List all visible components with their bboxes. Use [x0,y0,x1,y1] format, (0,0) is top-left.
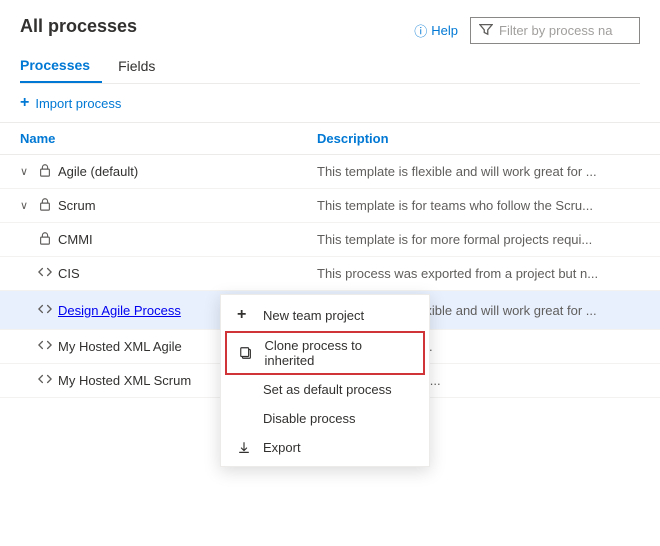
filter-input[interactable]: Filter by process na [470,17,640,44]
tab-bar: Processes Fields [20,49,640,84]
table-row: CMMI This template is for more formal pro… [0,223,660,257]
name-cell: CIS [0,257,297,290]
table-row: ∨ Agile (default) This template is flexibl… [0,155,660,189]
menu-item-label: Export [263,440,301,455]
row-name-text[interactable]: Design Agile Process [58,303,181,318]
row-name-text: My Hosted XML Scrum [58,373,191,388]
menu-item-label: Clone process to inherited [264,338,411,368]
table-row: CIS This process was exported from a proj… [0,257,660,291]
col-description: Description [297,123,660,155]
plus-icon: + [20,94,29,112]
row-name-text: My Hosted XML Agile [58,339,182,354]
description-cell: This template is flexible and will work … [297,155,660,189]
tab-processes[interactable]: Processes [20,49,102,83]
tab-fields[interactable]: Fields [118,50,167,82]
menu-item-disable-process[interactable]: Disable process [221,404,429,433]
menu-item-set-default[interactable]: Set as default process [221,375,429,404]
menu-item-clone-process[interactable]: Clone process to inherited [225,331,425,375]
page-title: All processes [20,16,137,37]
description-cell: This template is for more formal project… [297,223,660,257]
help-icon: ⓘ [414,21,427,40]
row-name-text: CMMI [58,232,93,247]
code-icon [38,302,52,319]
context-menu: + New team project Clone process to inheri… [220,294,430,467]
clone-icon [239,346,256,360]
export-icon [237,441,255,455]
row-name-text: CIS [58,266,80,281]
table-row: ∨ Scrum This template is for teams who fol… [0,189,660,223]
page-header: All processes ⓘ Help Filter by process n… [0,0,660,84]
menu-item-label: Set as default process [263,382,392,397]
menu-item-label: Disable process [263,411,356,426]
name-cell: ∨ Scrum [0,189,297,222]
menu-item-new-team-project[interactable]: + New team project [221,299,429,331]
code-icon [38,372,52,389]
description-cell: This process was exported from a project… [297,257,660,291]
chevron-icon: ∨ [20,199,32,212]
code-icon [38,265,52,282]
row-name-text: Agile (default) [58,164,138,179]
row-name-text: Scrum [58,198,96,213]
code-icon [38,338,52,355]
chevron-icon: ∨ [20,165,32,178]
lock-icon [38,231,52,248]
menu-item-export[interactable]: Export [221,433,429,462]
import-process-button[interactable]: + Import process [0,84,660,123]
plus-icon: + [237,306,255,324]
name-cell: CMMI [0,223,297,256]
menu-item-label: New team project [263,308,364,323]
filter-icon [479,22,493,39]
name-cell: ∨ Agile (default) [0,155,297,188]
lock-icon [38,163,52,180]
description-cell: This template is for teams who follow th… [297,189,660,223]
help-link[interactable]: ⓘ Help [414,21,458,40]
col-name: Name [0,123,297,155]
lock-icon [38,197,52,214]
processes-table: Name Description ∨ Agile (default) This te… [0,123,660,398]
